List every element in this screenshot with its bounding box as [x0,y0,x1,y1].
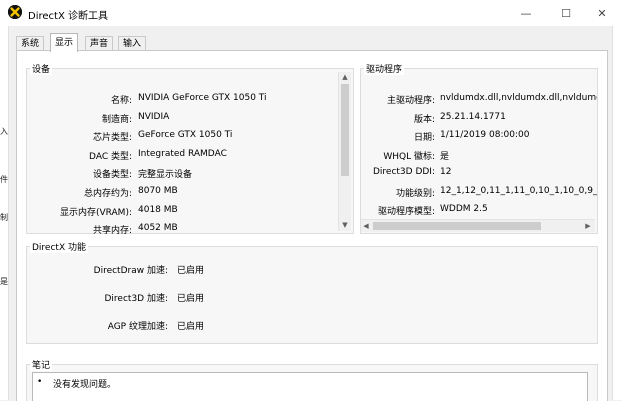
driver-group-title: 驱动程序 [364,62,405,75]
field-label: 驱动程序模型: [377,207,435,217]
directx-logo-icon [8,5,22,19]
minimize-button[interactable]: — [506,0,546,26]
tab-sound[interactable]: 声音 [85,36,114,51]
field-value: NVIDIA GeForce GTX 1050 Ti [138,93,267,103]
background-window-right [612,26,622,400]
field-label: 日期: [413,133,435,143]
field-label: 名称: [110,96,132,106]
scroll-thumb[interactable] [341,84,349,176]
field-value: 12 [440,167,452,177]
background-window-left: 入 件 制 是 [0,26,9,400]
field-label: 版本: [413,114,435,125]
background-text: 制 [0,213,8,222]
field-value: nvldumdx.dll,nvldumdx.dll,nvldumdx.d [440,93,597,103]
scroll-thumb[interactable] [373,222,541,230]
field-label: WHQL 徽标: [383,151,435,162]
tab-input[interactable]: 输入 [118,36,147,51]
maximize-button[interactable]: ☐ [546,0,586,26]
notes-list[interactable]: • 没有发现问题。 [32,372,588,401]
field-label: 芯片类型: [92,133,132,144]
device-group-title: 设备 [30,62,53,75]
field-value: 完整显示设备 [138,170,193,181]
maximize-icon: ☐ [561,6,571,20]
notes-bullet: • [37,377,43,387]
field-value: 已启用 [177,266,205,276]
scroll-up-icon[interactable]: ▲ [339,72,351,82]
field-label: AGP 纹理加速: [107,322,168,332]
field-value: 是 [440,151,450,162]
field-value: WDDM 2.5 [440,204,488,214]
field-value: 12_1,12_0,11_1,11_0,10_1,10_0,9_3,9_2 [440,185,597,196]
field-label: 总内存约为: [83,189,132,199]
field-value: GeForce GTX 1050 Ti [138,130,233,141]
notes-group-title: 笔记 [30,358,53,371]
background-text: 入 [0,127,8,136]
close-button[interactable]: ✕ [582,0,622,26]
notes-item: 没有发现问题。 [53,380,117,390]
field-label: Direct3D DDI: [372,167,435,177]
tab-display[interactable]: 显示 [50,33,79,52]
field-value: NVIDIA [138,111,170,122]
scroll-right-icon[interactable]: ▶ [583,221,593,231]
field-value: 已启用 [177,322,205,332]
window-title: DirectX 诊断工具 [28,11,108,22]
field-label: 功能级别: [395,188,435,199]
driver-rows: 主驱动程序: nvldumdx.dll,nvldumdx.dll,nvldumdx… [361,90,597,218]
field-label: 共享内存: [92,226,132,237]
background-text: 件 [0,175,8,184]
device-scrollbar[interactable]: ▲ ▼ [338,72,351,231]
driver-hscrollbar[interactable]: ◀ ▶ [361,219,595,232]
tab-system[interactable]: 系统 [16,36,45,51]
field-label: 设备类型: [92,170,132,181]
field-value: 25.21.14.1771 [440,111,506,122]
minimize-icon: — [520,6,532,20]
scroll-down-icon[interactable]: ▼ [339,220,351,230]
close-icon: ✕ [597,6,607,20]
field-value: 已启用 [177,294,205,304]
field-value: 4052 MB [138,223,178,234]
field-value: 8070 MB [138,186,178,196]
scroll-left-icon[interactable]: ◀ [361,221,371,231]
field-value: Integrated RAMDAC [138,148,227,159]
field-value: 1/11/2019 08:00:00 [440,130,530,140]
field-label: 主驱动程序: [386,96,435,106]
features-group-title: DirectX 功能 [30,240,88,253]
field-value: 4018 MB [138,204,178,215]
background-text: 是 [0,277,8,286]
field-label: DAC 类型: [89,151,132,162]
field-label: DirectDraw 加速: [93,266,168,276]
field-label: 制造商: [101,114,132,125]
field-label: Direct3D 加速: [104,294,169,304]
field-label: 显示内存(VRAM): [59,207,132,218]
